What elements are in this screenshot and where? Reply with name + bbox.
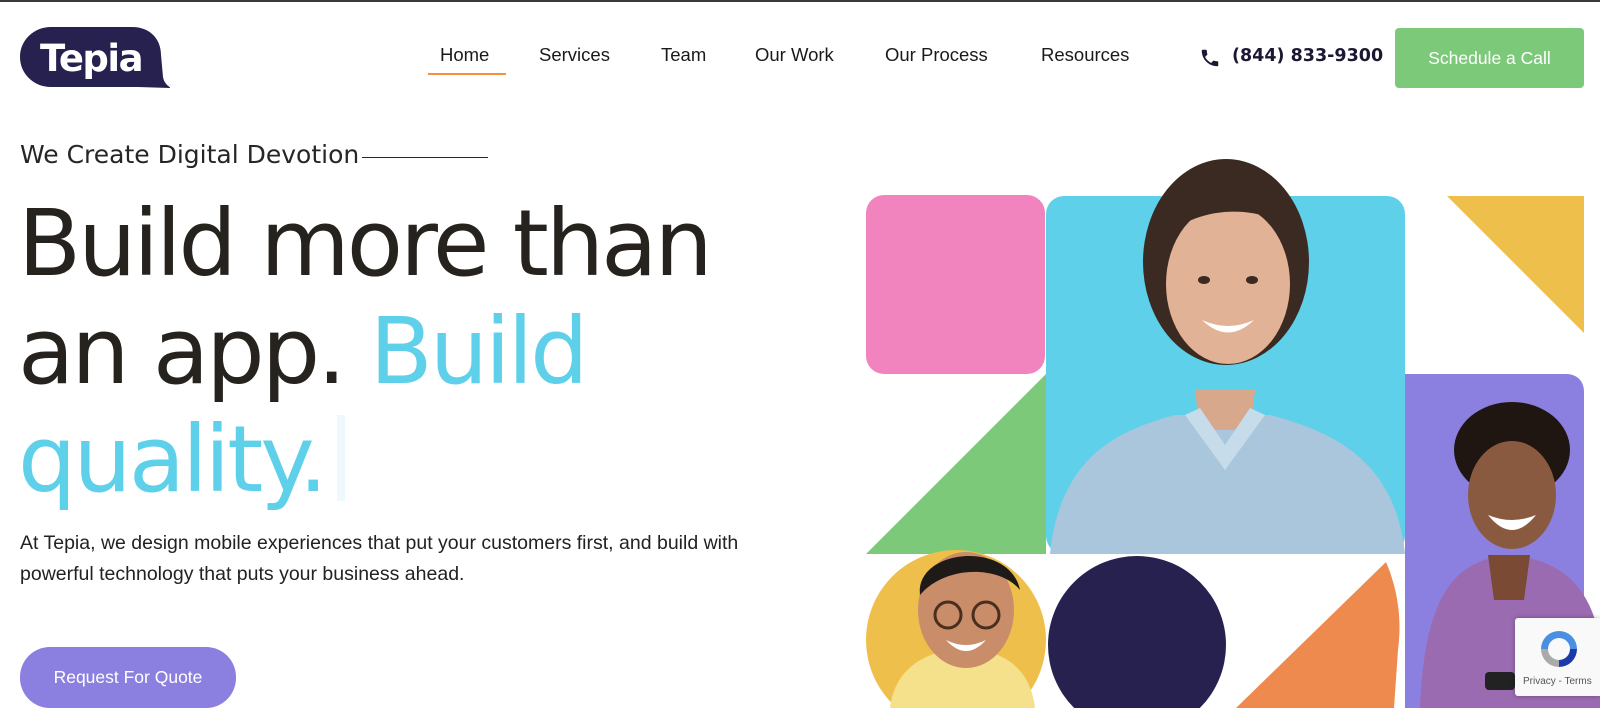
nav-item-services[interactable]: Services — [539, 44, 610, 66]
recaptcha-badge[interactable]: Privacy - Terms — [1515, 618, 1600, 696]
phone-icon[interactable] — [1199, 47, 1221, 69]
yellow-circle — [866, 550, 1046, 708]
nav-item-our-process[interactable]: Our Process — [885, 44, 988, 66]
headline-line-1: Build more than — [18, 190, 713, 297]
pink-tile — [866, 195, 1045, 374]
navy-circle — [1048, 556, 1226, 708]
tepia-logo[interactable]: Tepia — [20, 27, 170, 89]
cyan-photo-card — [1046, 196, 1405, 554]
yellow-triangle — [1447, 196, 1584, 333]
nav-item-our-work[interactable]: Our Work — [755, 44, 834, 66]
hero-description: At Tepia, we design mobile experiences t… — [20, 532, 739, 585]
headline-line-3-accent: quality. — [18, 406, 328, 513]
hero-eyebrow: We Create Digital Devotion — [20, 140, 360, 169]
phone-number[interactable]: (844) 833-9300 — [1232, 46, 1383, 66]
page: Tepia Home Services Team Our Work Our Pr… — [0, 0, 1600, 708]
green-triangle — [866, 374, 1046, 554]
recaptcha-icon — [1541, 631, 1577, 667]
top-border — [0, 0, 1600, 2]
orange-shape — [1236, 562, 1400, 708]
headline-line-2: an app. Build — [18, 298, 838, 406]
typing-cursor — [336, 415, 345, 501]
schedule-call-button[interactable]: Schedule a Call — [1395, 28, 1584, 88]
headline-line-2-dark: an app. — [18, 298, 346, 405]
request-quote-button[interactable]: Request For Quote — [20, 647, 236, 708]
nav-item-home[interactable]: Home — [440, 44, 489, 66]
logo-text: Tepia — [40, 37, 144, 80]
woman-portrait — [1050, 159, 1405, 554]
nav-item-team[interactable]: Team — [661, 44, 706, 66]
eyebrow-divider — [362, 157, 488, 158]
recaptcha-privacy-terms[interactable]: Privacy - Terms — [1523, 676, 1592, 687]
hero-headline: Build more than an app. Build quality. — [18, 190, 838, 514]
nav-active-underline — [428, 73, 506, 75]
man-portrait — [890, 552, 1035, 708]
nav-item-resources[interactable]: Resources — [1041, 44, 1129, 66]
headline-line-3: quality. — [18, 406, 838, 514]
headline-line-2-accent: Build — [369, 298, 589, 405]
